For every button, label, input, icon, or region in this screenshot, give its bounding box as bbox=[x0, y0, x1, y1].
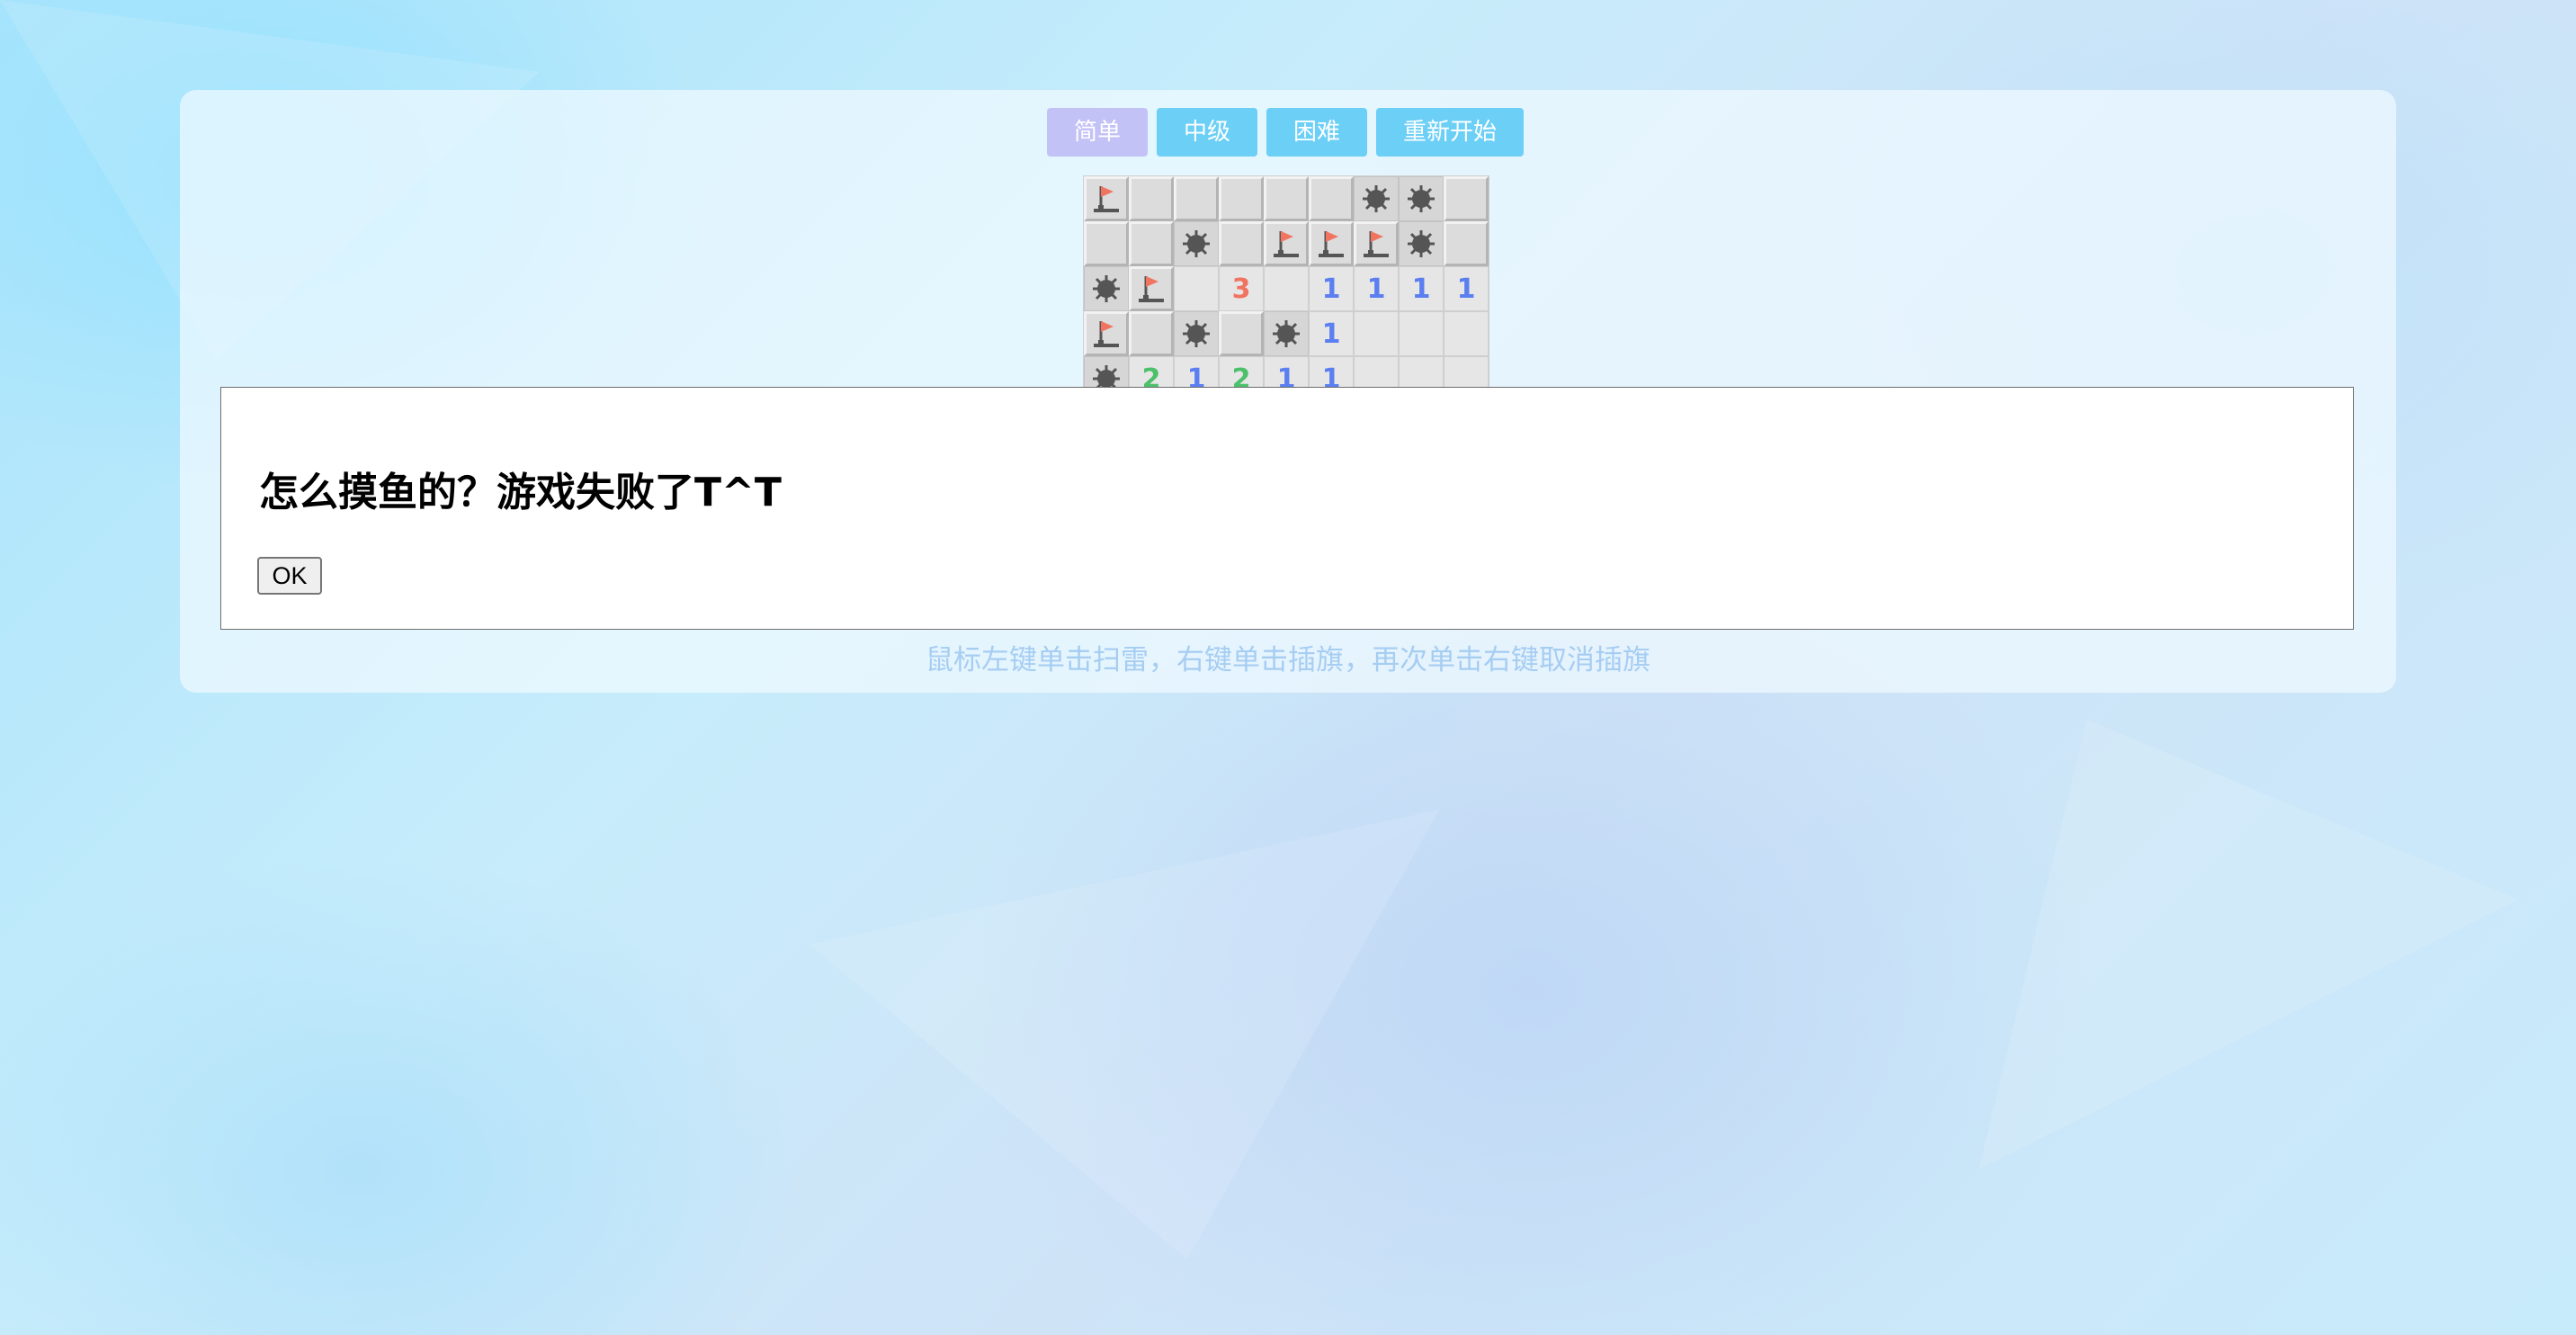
level-toolbar: 简单 中级 困难 重新开始 bbox=[1047, 108, 1525, 157]
mine-icon bbox=[1400, 222, 1443, 265]
mine-icon bbox=[1085, 267, 1128, 310]
cell-closed[interactable] bbox=[1174, 176, 1219, 221]
board-grid: 31111121211 bbox=[1083, 175, 1489, 387]
mine-icon bbox=[1175, 222, 1218, 265]
cell-mine[interactable] bbox=[1399, 176, 1444, 221]
cell-closed[interactable] bbox=[1444, 176, 1489, 221]
minesweeper-board: 31111121211 bbox=[1083, 175, 1489, 387]
cell-closed[interactable] bbox=[1219, 176, 1264, 221]
cell-mine[interactable] bbox=[1084, 356, 1129, 387]
background-shard bbox=[1979, 720, 2518, 1169]
cell-closed[interactable] bbox=[1219, 311, 1264, 356]
cell-flagged[interactable] bbox=[1084, 176, 1129, 221]
flag-icon bbox=[1087, 314, 1126, 354]
cell-open[interactable] bbox=[1354, 356, 1399, 387]
cell-flagged[interactable] bbox=[1354, 221, 1399, 266]
cell-number[interactable]: 1 bbox=[1309, 356, 1354, 387]
cell-closed[interactable] bbox=[1219, 221, 1264, 266]
cell-number[interactable]: 1 bbox=[1174, 356, 1219, 387]
cell-mine[interactable] bbox=[1354, 176, 1399, 221]
cell-open[interactable] bbox=[1444, 356, 1489, 387]
cell-flagged[interactable] bbox=[1309, 221, 1354, 266]
cell-closed[interactable] bbox=[1129, 176, 1174, 221]
mine-icon bbox=[1085, 357, 1128, 387]
flag-icon bbox=[1087, 179, 1126, 219]
cell-open[interactable] bbox=[1399, 311, 1444, 356]
cell-number[interactable]: 1 bbox=[1309, 266, 1354, 311]
cell-open[interactable] bbox=[1264, 266, 1309, 311]
level-medium-button[interactable]: 中级 bbox=[1157, 108, 1258, 157]
cell-mine[interactable] bbox=[1264, 311, 1309, 356]
cell-flagged[interactable] bbox=[1129, 266, 1174, 311]
flag-icon bbox=[1131, 269, 1171, 309]
flag-icon bbox=[1356, 224, 1396, 264]
flag-icon bbox=[1266, 224, 1306, 264]
dialog-message: 怎么摸鱼的？游戏失败了T^T bbox=[259, 470, 782, 515]
ok-button[interactable]: OK bbox=[257, 557, 322, 595]
cell-number[interactable]: 3 bbox=[1219, 266, 1264, 311]
alert-dialog: 怎么摸鱼的？游戏失败了T^T OK bbox=[220, 387, 2354, 630]
cell-number[interactable]: 2 bbox=[1129, 356, 1174, 387]
cell-closed[interactable] bbox=[1129, 221, 1174, 266]
restart-button[interactable]: 重新开始 bbox=[1376, 108, 1525, 157]
instructions-text: 鼠标左键单击扫雷，右键单击插旗，再次单击右键取消插旗 bbox=[926, 644, 1650, 676]
cell-open[interactable] bbox=[1354, 311, 1399, 356]
cell-number[interactable]: 1 bbox=[1399, 266, 1444, 311]
level-hard-button[interactable]: 困难 bbox=[1266, 108, 1368, 157]
cell-number[interactable]: 1 bbox=[1354, 266, 1399, 311]
cell-mine[interactable] bbox=[1174, 311, 1219, 356]
cell-mine[interactable] bbox=[1084, 266, 1129, 311]
cell-closed[interactable] bbox=[1084, 221, 1129, 266]
cell-closed[interactable] bbox=[1309, 176, 1354, 221]
cell-mine[interactable] bbox=[1399, 221, 1444, 266]
cell-number[interactable]: 2 bbox=[1219, 356, 1264, 387]
cell-flagged[interactable] bbox=[1264, 221, 1309, 266]
background-shard bbox=[809, 810, 1439, 1259]
level-easy-button[interactable]: 简单 bbox=[1047, 108, 1149, 157]
flag-icon bbox=[1311, 224, 1351, 264]
cell-mine[interactable] bbox=[1174, 221, 1219, 266]
cell-number[interactable]: 1 bbox=[1444, 266, 1489, 311]
cell-closed[interactable] bbox=[1444, 221, 1489, 266]
cell-closed[interactable] bbox=[1129, 311, 1174, 356]
cell-closed[interactable] bbox=[1264, 176, 1309, 221]
cell-open[interactable] bbox=[1444, 311, 1489, 356]
cell-flagged[interactable] bbox=[1084, 311, 1129, 356]
mine-icon bbox=[1400, 177, 1443, 220]
cell-number[interactable]: 1 bbox=[1264, 356, 1309, 387]
cell-open[interactable] bbox=[1174, 266, 1219, 311]
cell-open[interactable] bbox=[1399, 356, 1444, 387]
mine-icon bbox=[1265, 312, 1308, 355]
cell-number[interactable]: 1 bbox=[1309, 311, 1354, 356]
mine-icon bbox=[1175, 312, 1218, 355]
mine-icon bbox=[1355, 177, 1398, 220]
